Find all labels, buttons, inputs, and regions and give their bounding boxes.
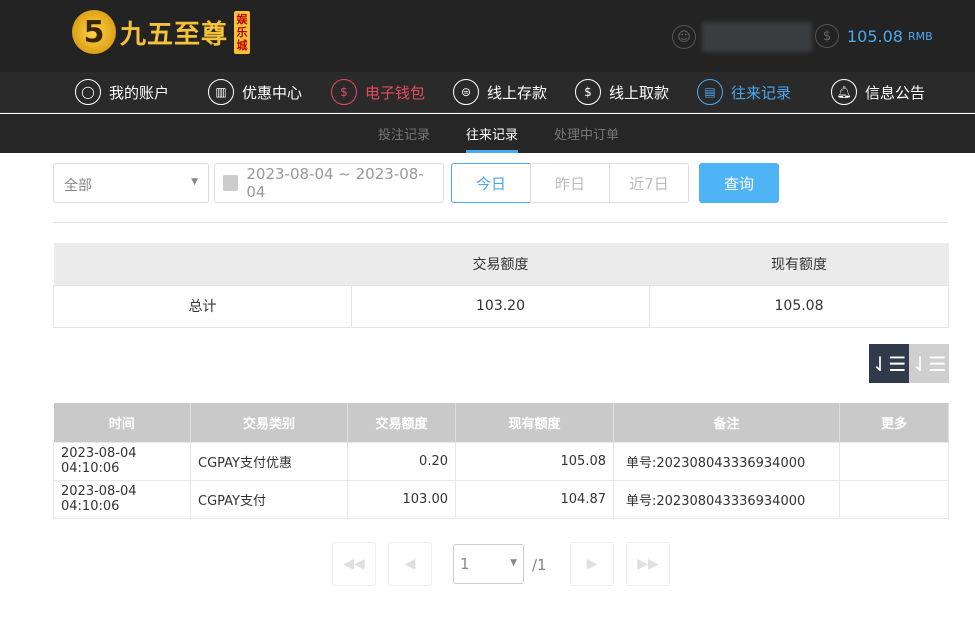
dollar-icon: $ [815,24,839,48]
table-row: 2023-08-04 04:10:06 CGPAY支付 103.00 104.8… [53,479,949,519]
cell-note: 单号:202308043336934000 [613,479,840,519]
column-header: 交易类别 [190,403,348,442]
page-select[interactable]: 1 ▼ [453,544,524,584]
nav-label: 往来记录 [731,83,792,102]
cell-balance: 105.08 [455,441,614,481]
summary-header: 现有额度 [649,243,949,285]
total-pages: /1 [532,556,547,574]
wallet-icon: $ [331,79,357,105]
cell-amount: 0.20 [347,441,456,481]
yesterday-button[interactable]: 昨日 [530,163,610,203]
gift-icon: ▥ [208,79,234,105]
cell-note: 单号:202308043336934000 [613,441,840,481]
nav-withdraw[interactable]: $ 线上取款 [575,79,669,105]
table-row: 2023-08-04 04:10:06 CGPAY支付优惠 0.20 105.0… [53,441,949,481]
cell-time: 2023-08-04 04:10:06 [53,479,191,519]
summary-current-balance: 105.08 [649,284,949,328]
main-nav: ◯ 我的账户 ▥ 优惠中心 $ 电子钱包 ⊜ 线上存款 $ 线上取款 ▤ 往来记录 🔔︎ 信息… [0,72,975,113]
logo-text: 九五至尊 [120,19,229,50]
page-select-value: 1 [460,555,470,573]
prev-page-button[interactable]: ◀ [388,542,432,586]
records-table: 时间 交易类别 交易额度 现有额度 备注 更多 2023-08-04 04:10… [53,403,949,519]
nav-label: 线上取款 [609,83,670,102]
summary-transaction-total: 103.20 [351,284,650,328]
nav-promotions[interactable]: ▥ 优惠中心 [208,79,302,105]
user-icon: ☺ [672,25,696,49]
nav-deposit[interactable]: ⊜ 线上存款 [453,79,547,105]
username-blurred [702,22,812,52]
summary-header [53,243,352,285]
date-range-value: 2023-08-04 ~ 2023-08-04 [246,165,424,201]
column-header: 更多 [839,403,949,442]
tab-pending-orders[interactable]: 处理中订单 [554,124,619,143]
nav-label: 信息公告 [865,83,926,102]
nav-label: 我的账户 [109,83,170,102]
user-icon: ◯ [75,79,101,105]
logo[interactable]: 5 九五至尊 娱乐城 [72,10,251,54]
search-button[interactable]: 查询 [699,163,779,203]
double-left-icon: ◀◀ [343,556,365,572]
cell-more[interactable] [839,479,949,519]
right-icon: ▶ [586,556,598,572]
nav-label: 优惠中心 [242,83,303,102]
next-page-button[interactable]: ▶ [570,542,614,586]
last-page-button[interactable]: ▶▶ [626,542,670,586]
nav-records[interactable]: ▤ 往来记录 [697,79,791,105]
last-7-days-button[interactable]: 近7日 [609,163,689,203]
nav-wallet[interactable]: $ 电子钱包 [331,79,425,105]
balance-amount: 105.08 [847,26,903,46]
today-button[interactable]: 今日 [451,163,531,203]
cell-time: 2023-08-04 04:10:06 [53,441,191,481]
type-select-value: 全部 [64,178,92,194]
cell-type: CGPAY支付 [190,479,348,519]
balance-currency: RMB [907,29,933,43]
column-header: 时间 [53,403,191,442]
balance: $ 105.08 RMB [815,24,933,48]
records-icon: ▤ [697,79,723,105]
cell-more[interactable] [839,441,949,481]
type-select[interactable]: 全部 ▼ [53,163,209,203]
top-header: 5 九五至尊 娱乐城 ☺ $ 105.08 RMB [0,0,975,72]
chevron-down-icon: ▼ [510,558,517,568]
column-header: 交易额度 [347,403,456,442]
deposit-icon: ⊜ [453,79,479,105]
tab-transaction-records[interactable]: 往来记录 [466,124,519,153]
summary-table: 交易额度 现有额度 总计 103.20 105.08 [53,243,949,328]
cell-type: CGPAY支付优惠 [190,441,348,481]
chevron-down-icon: ▼ [191,177,198,187]
logo-badge: 娱乐城 [234,10,251,54]
left-icon: ◀ [404,556,416,572]
sub-nav: 投注记录 往来记录 处理中订单 [0,114,975,153]
column-header: 现有额度 [455,403,614,442]
nav-label: 电子钱包 [365,83,426,102]
user-info[interactable]: ☺ [672,22,812,52]
cell-amount: 103.00 [347,479,456,519]
cell-balance: 104.87 [455,479,614,519]
column-header: 备注 [613,403,840,442]
summary-header: 交易额度 [351,243,650,285]
first-page-button[interactable]: ◀◀ [332,542,376,586]
bell-icon: 🔔︎ [831,79,857,105]
tab-bet-records[interactable]: 投注记录 [378,124,430,143]
withdraw-icon: $ [575,79,601,105]
divider [53,222,948,223]
calendar-icon [223,175,239,191]
sort-asc-button[interactable]: ⇃☰ [909,344,949,383]
nav-label: 线上存款 [487,83,548,102]
summary-label: 总计 [53,284,352,328]
logo-emblem: 5 [72,10,116,54]
nav-my-account[interactable]: ◯ 我的账户 [75,79,169,105]
double-right-icon: ▶▶ [637,556,659,572]
sort-desc-button[interactable]: ⇃☰ [869,344,909,383]
date-range-input[interactable]: 2023-08-04 ~ 2023-08-04 [214,163,444,203]
nav-announcements[interactable]: 🔔︎ 信息公告 [831,79,925,105]
